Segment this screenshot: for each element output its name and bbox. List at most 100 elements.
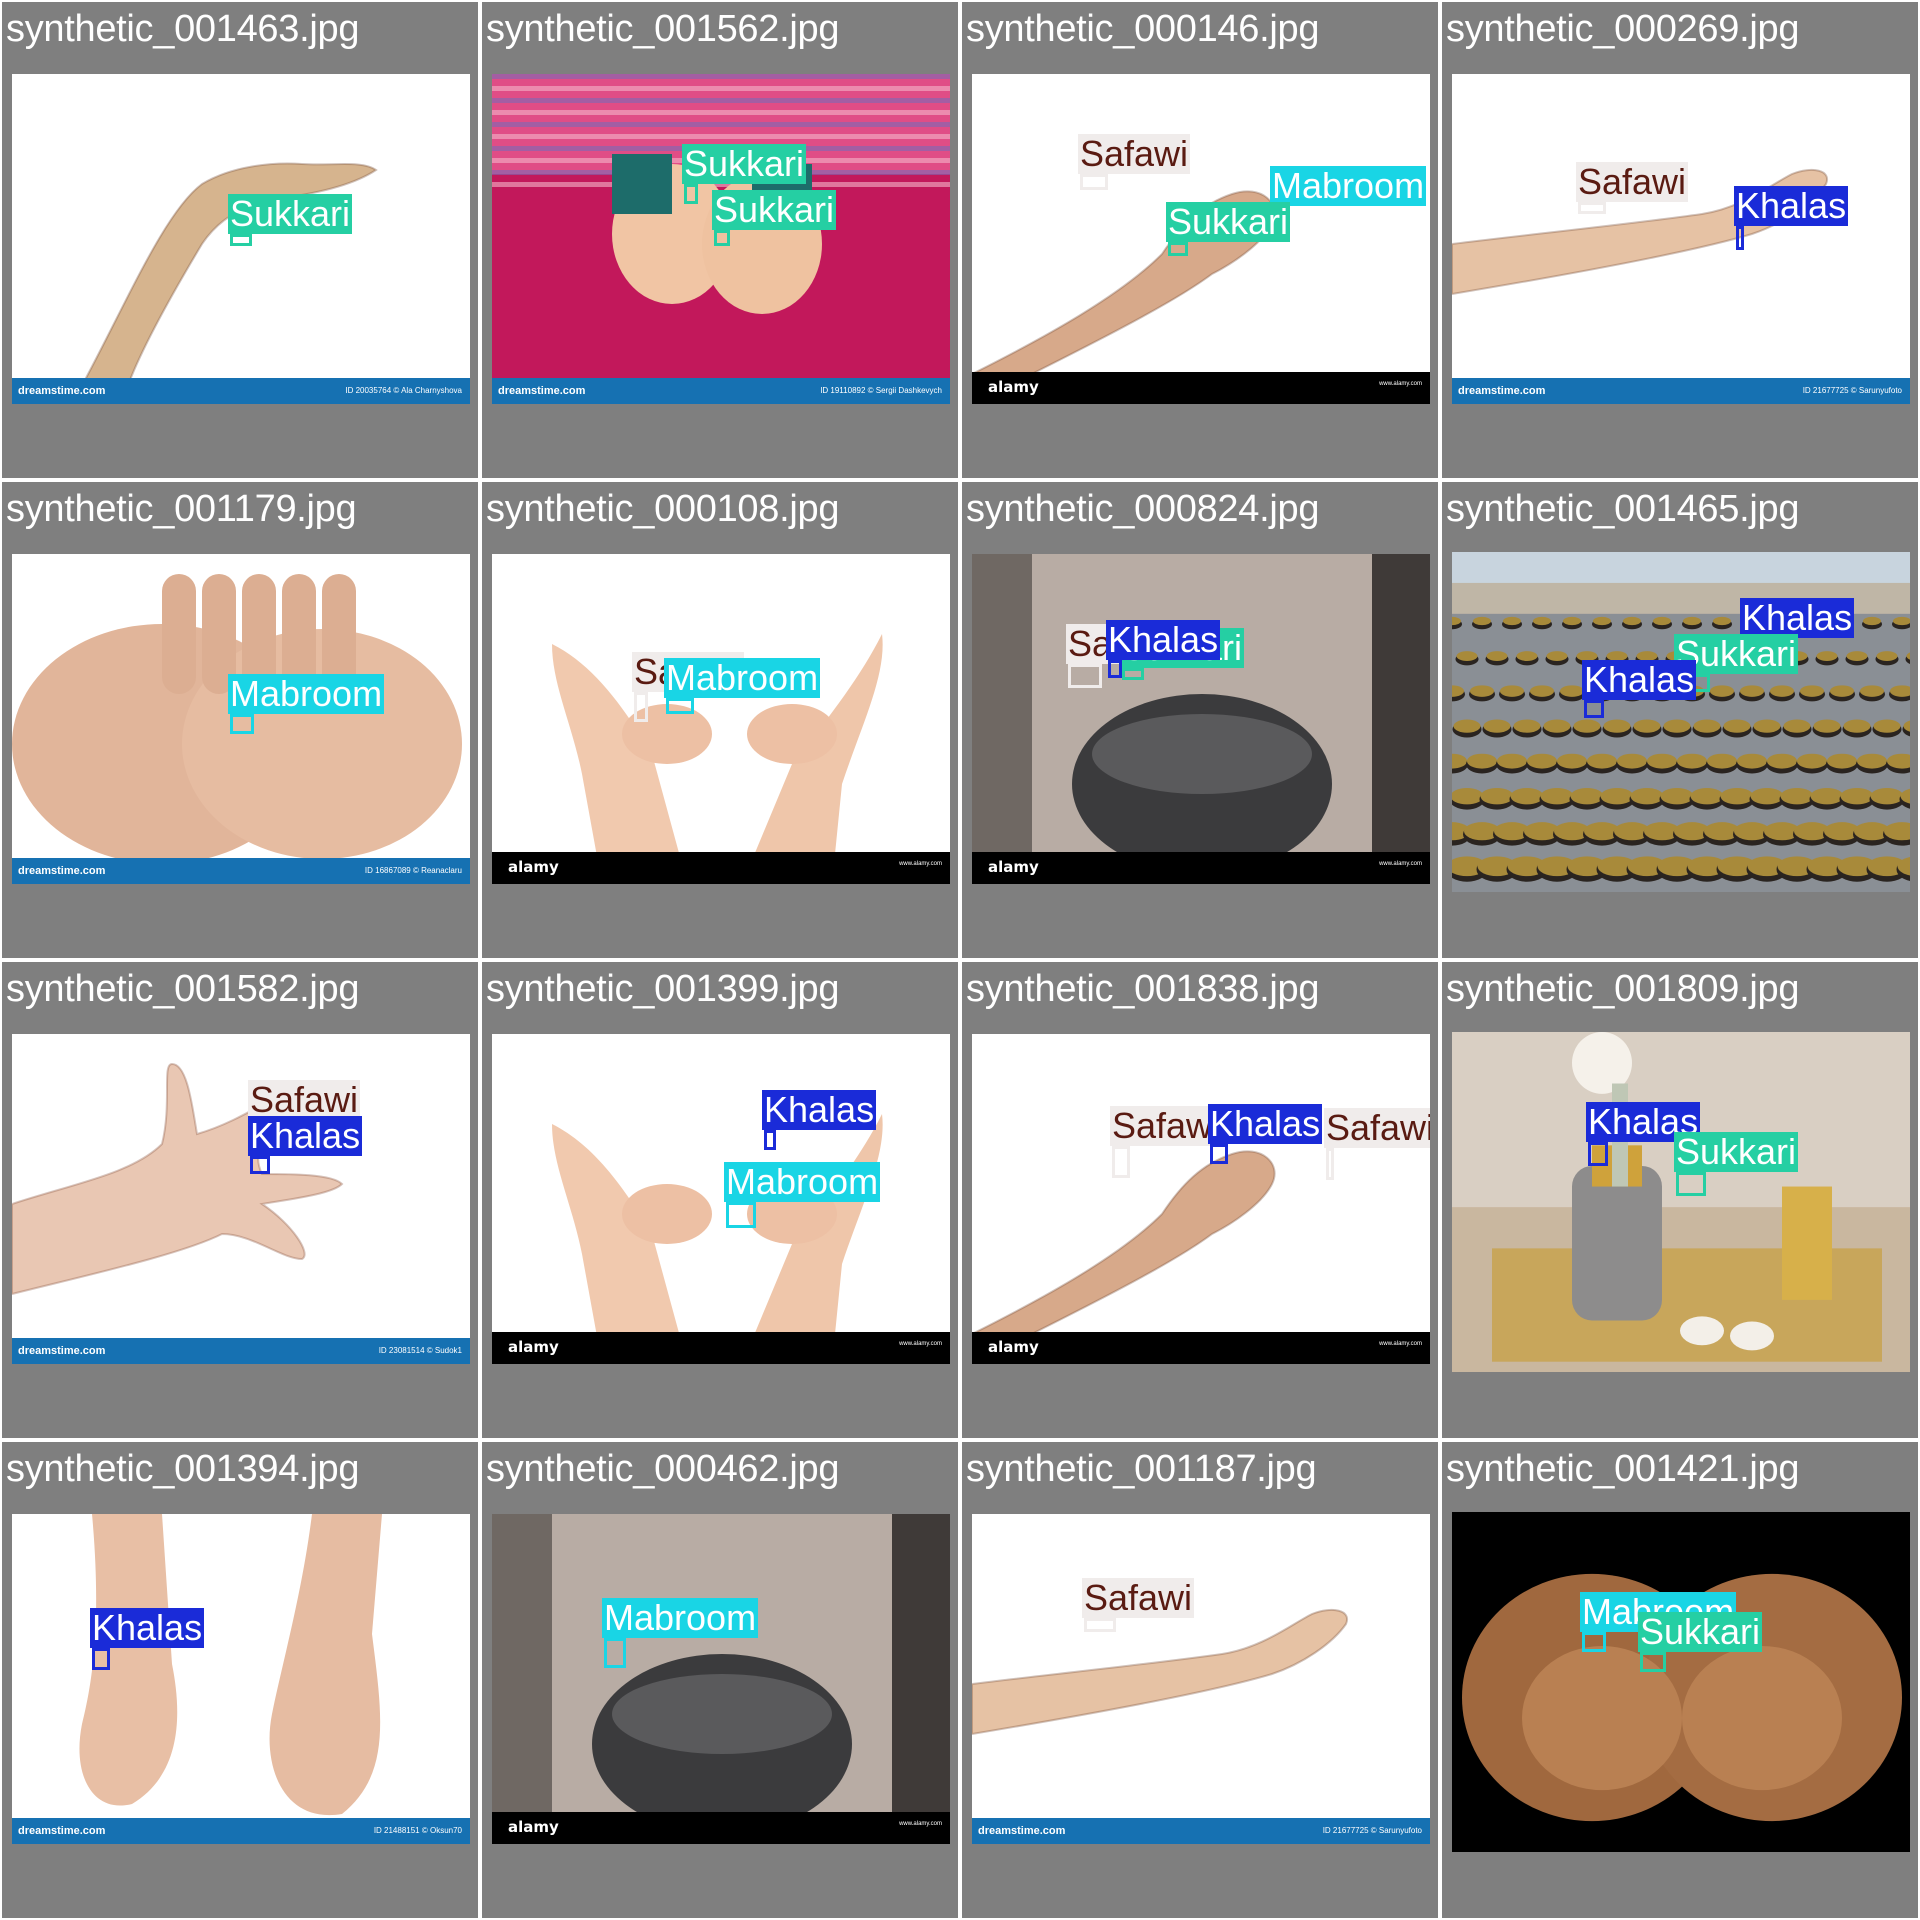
detection-label: Sukkari bbox=[712, 189, 837, 230]
detection-safawi[interactable]: Safawi bbox=[1078, 134, 1191, 190]
stock-logo: dreamstime.com bbox=[498, 385, 586, 397]
detection-khalas[interactable]: Khalas bbox=[762, 1090, 877, 1150]
bounding-box bbox=[726, 1202, 756, 1228]
grid-tile[interactable]: synthetic_001582.jpg dreamstime.com ID 230… bbox=[2, 962, 478, 1438]
bounding-box bbox=[634, 692, 648, 722]
tile-filename: synthetic_001399.jpg bbox=[486, 968, 840, 1010]
stock-footer: dreamstime.com ID 16867089 © Reanaclaru bbox=[12, 858, 470, 884]
detection-safawi[interactable]: Safawi bbox=[1110, 1106, 1223, 1178]
grid-tile[interactable]: synthetic_000269.jpg dreamstime.com ID 216… bbox=[1442, 2, 1918, 478]
detection-mabroom[interactable]: Mabroom bbox=[228, 674, 385, 734]
grid-tile[interactable]: synthetic_001187.jpg dreamstime.com ID 216… bbox=[962, 1442, 1438, 1918]
bounding-box bbox=[1736, 226, 1744, 250]
bounding-box bbox=[1122, 668, 1144, 680]
bounding-box bbox=[1676, 1172, 1706, 1196]
bounding-box bbox=[1582, 1632, 1606, 1652]
stock-id: www.alamy.com bbox=[899, 1341, 942, 1347]
detection-safawi[interactable]: Safawi bbox=[1082, 1578, 1195, 1632]
detection-mabroom[interactable]: Mabroom bbox=[664, 658, 821, 714]
grid-tile[interactable]: synthetic_001399.jpg alamy www.alamy.com Kh… bbox=[482, 962, 958, 1438]
tile-filename: synthetic_000824.jpg bbox=[966, 488, 1320, 530]
tile-photo: alamy www.alamy.com SafawiSukkariKhalas bbox=[972, 554, 1430, 884]
detection-mabroom[interactable]: Mabroom bbox=[1580, 1592, 1737, 1652]
stock-logo: alamy bbox=[508, 858, 559, 876]
stock-id: www.alamy.com bbox=[1379, 381, 1422, 387]
detection-mabroom[interactable]: Mabroom bbox=[724, 1162, 881, 1228]
grid-tile[interactable]: synthetic_000462.jpg alamy www.alamy.com Ma… bbox=[482, 1442, 958, 1918]
detection-sukkari[interactable]: Sukkari bbox=[682, 144, 807, 204]
bounding-box bbox=[666, 698, 694, 714]
grid-tile[interactable]: synthetic_001562.jpg dreamstime.com ID 191… bbox=[482, 2, 958, 478]
bounding-box bbox=[1326, 1148, 1334, 1180]
detection-label: Khalas bbox=[762, 1089, 877, 1130]
detection-mabroom[interactable]: Mabroom bbox=[602, 1598, 759, 1668]
detection-sukkari[interactable]: Sukkari bbox=[1120, 628, 1245, 680]
detection-label: Mabroom bbox=[228, 673, 385, 714]
detection-safawi[interactable]: Safawi bbox=[632, 652, 745, 722]
detection-sukkari[interactable]: Sukkari bbox=[712, 190, 837, 246]
detection-safawi[interactable]: Safawi bbox=[1576, 162, 1689, 214]
image-grid: synthetic_001463.jpg dreamstime.com ID 200… bbox=[0, 0, 1920, 1920]
detection-sukkari[interactable]: Sukkari bbox=[1638, 1612, 1763, 1672]
grid-tile[interactable]: synthetic_000108.jpgalamy www.alamy.com Sa… bbox=[482, 482, 958, 958]
grid-tile[interactable]: synthetic_000824.jpg alamy www.alamy.com Sa… bbox=[962, 482, 1438, 958]
bounding-box bbox=[764, 1130, 776, 1150]
detection-sukkari[interactable]: Sukkari bbox=[1166, 202, 1291, 256]
detection-label: Sukkari bbox=[228, 193, 353, 234]
tile-filename: synthetic_000462.jpg bbox=[486, 1448, 840, 1490]
detection-khalas[interactable]: Khalas bbox=[1106, 620, 1221, 678]
detection-label: Mabroom bbox=[602, 1597, 759, 1638]
detection-khalas[interactable]: Khalas bbox=[1208, 1104, 1323, 1164]
detection-khalas[interactable]: Khalas bbox=[1734, 186, 1849, 250]
detection-label: Safawi bbox=[1082, 1577, 1195, 1618]
stock-logo: dreamstime.com bbox=[1458, 385, 1546, 397]
detection-sukkari[interactable]: Sukkari bbox=[228, 194, 353, 246]
detection-khalas[interactable]: Khalas bbox=[248, 1116, 363, 1174]
detection-label: Safawi bbox=[1110, 1105, 1223, 1146]
stock-logo: dreamstime.com bbox=[978, 1825, 1066, 1837]
tile-filename: synthetic_001179.jpg bbox=[6, 488, 357, 530]
tile-photo: alamy www.alamy.com Safawi Mabroom Sukkari bbox=[972, 74, 1430, 404]
bounding-box bbox=[92, 1648, 110, 1670]
detection-label: Mabroom bbox=[1270, 165, 1427, 206]
stock-footer: dreamstime.com ID 23081514 © Sudok1 bbox=[12, 1338, 470, 1364]
detection-safawi[interactable]: Safawi bbox=[1324, 1108, 1430, 1180]
stock-logo: dreamstime.com bbox=[18, 1825, 106, 1837]
tile-filename: synthetic_001465.jpg bbox=[1446, 488, 1800, 530]
detection-label: Khalas bbox=[248, 1115, 363, 1156]
grid-tile[interactable]: synthetic_001179.jpg dreamstime.com ID 168… bbox=[2, 482, 478, 958]
tile-filename: synthetic_001809.jpg bbox=[1446, 968, 1800, 1010]
detection-label: Safawi bbox=[248, 1079, 361, 1120]
tile-photo: dreamstime.com ID 19110892 © Sergii Dashk… bbox=[492, 74, 950, 404]
bounding-box bbox=[1080, 174, 1108, 190]
detection-sukkari[interactable]: Sukkari bbox=[1674, 1132, 1799, 1196]
grid-tile[interactable]: synthetic_001838.jpg alamy www.alamy.com Sa… bbox=[962, 962, 1438, 1438]
grid-tile[interactable]: synthetic_000146.jpg alamy www.alamy.com Sa… bbox=[962, 2, 1438, 478]
bounding-box bbox=[1584, 700, 1604, 718]
stock-footer: dreamstime.com ID 21488151 © Oksun70 bbox=[12, 1818, 470, 1844]
grid-tile[interactable]: synthetic_001421.jpg MabroomSukkari bbox=[1442, 1442, 1918, 1918]
bounding-box bbox=[1210, 1144, 1228, 1164]
grid-tile[interactable]: synthetic_001809.jpg Khalas Sukkari bbox=[1442, 962, 1918, 1438]
tile-photo: alamy www.alamy.com Khalas Mabroom bbox=[492, 1034, 950, 1364]
detection-khalas[interactable]: Khalas bbox=[1586, 1102, 1701, 1166]
grid-tile[interactable]: synthetic_001463.jpg dreamstime.com ID 200… bbox=[2, 2, 478, 478]
bounding-box bbox=[1084, 1618, 1116, 1632]
stock-logo: alamy bbox=[988, 1338, 1039, 1356]
tile-photo: alamy www.alamy.com Safawi Safawi Khalas bbox=[972, 1034, 1430, 1364]
detection-label: Khalas bbox=[1582, 659, 1697, 700]
stock-id: ID 16867089 © Reanaclaru bbox=[364, 866, 462, 875]
detection-label: Safawi bbox=[1078, 133, 1191, 174]
detection-label: Sukkari bbox=[682, 143, 807, 184]
detection-khalas[interactable]: Khalas bbox=[90, 1608, 205, 1670]
detection-khalas[interactable]: Khalas bbox=[1582, 660, 1697, 718]
detection-label: Khalas bbox=[1208, 1103, 1323, 1144]
stock-logo: dreamstime.com bbox=[18, 385, 106, 397]
bounding-box bbox=[230, 234, 252, 246]
grid-tile[interactable]: synthetic_001465.jpg Khalas Sukkari Khalas bbox=[1442, 482, 1918, 958]
bounding-box bbox=[1168, 242, 1188, 256]
grid-tile[interactable]: synthetic_001394.jpg dreamstime.com ID 214… bbox=[2, 1442, 478, 1918]
stock-logo: alamy bbox=[988, 378, 1039, 396]
detection-safawi[interactable]: Safawi bbox=[1066, 624, 1179, 688]
tile-photo: alamy www.alamy.com Mabroom bbox=[492, 1514, 950, 1844]
